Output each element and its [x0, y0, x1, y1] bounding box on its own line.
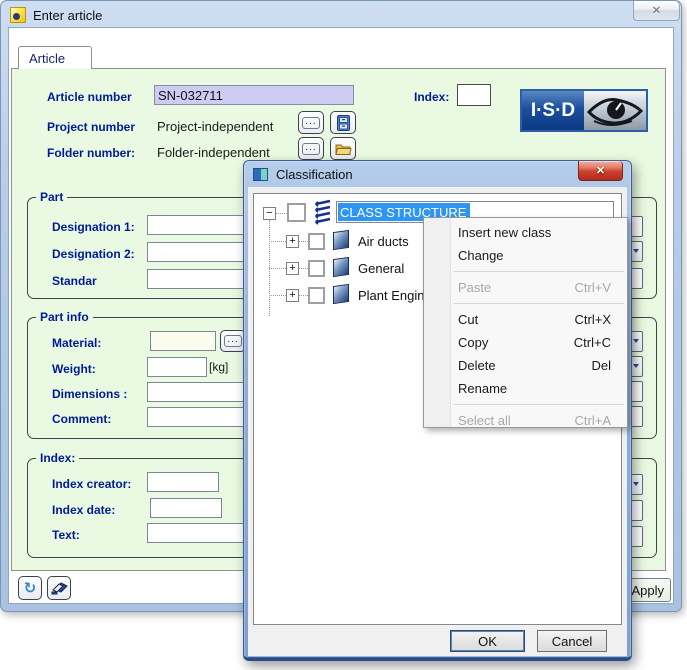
project-number-value: Project-independent	[157, 119, 273, 134]
note-pen-icon	[10, 7, 26, 23]
class-structure-icon	[313, 199, 333, 225]
classification-close-icon[interactable]: ✕	[578, 161, 623, 181]
eraser-icon	[51, 581, 68, 595]
part-info-group-title: Part info	[36, 310, 93, 324]
tree-connector	[269, 295, 286, 296]
tab-article[interactable]: Article	[18, 46, 92, 69]
class-icon	[333, 284, 349, 304]
menu-separator	[454, 271, 624, 272]
menu-separator	[454, 404, 624, 405]
general-checkbox[interactable]	[308, 260, 325, 277]
kg-unit-label: [kg]	[209, 360, 228, 374]
menu-item-insert-new-class[interactable]: Insert new class	[424, 221, 627, 244]
menu-item-rename[interactable]: Rename	[424, 377, 627, 400]
index-date-label: Index date:	[52, 503, 115, 517]
isd-eye-icon	[584, 91, 646, 130]
project-browse-button[interactable]: ...	[298, 111, 324, 134]
designation1-label: Designation 1:	[52, 220, 135, 234]
index-label: Index:	[414, 90, 449, 104]
isd-logo-text: I·S·D	[522, 91, 584, 130]
part-group-title: Part	[36, 190, 67, 204]
index-creator-label: Index creator:	[52, 477, 131, 491]
weight-label: Weight:	[52, 362, 96, 376]
menu-item-copy[interactable]: Copy Ctrl+C	[424, 331, 627, 354]
classification-titlebar: Classification	[253, 167, 353, 182]
expand-toggle-icon[interactable]: +	[286, 235, 299, 248]
tree-connector	[299, 241, 308, 242]
standard-label: Standar	[52, 274, 97, 288]
index-input[interactable]	[457, 84, 491, 106]
menu-separator	[454, 303, 624, 304]
ok-button[interactable]: OK	[450, 630, 525, 652]
expand-toggle-icon[interactable]: +	[286, 262, 299, 275]
refresh-button[interactable]: ↻	[18, 576, 42, 600]
material-input[interactable]	[150, 331, 216, 351]
tree-connector	[276, 213, 287, 214]
isd-logo: I·S·D	[520, 89, 648, 132]
refresh-icon: ↻	[24, 581, 37, 596]
tree-item-general[interactable]: General	[358, 261, 404, 276]
folder-icon[interactable]	[330, 137, 356, 160]
article-number-label: Article number	[47, 90, 132, 104]
folder-browse-button[interactable]: ...	[298, 137, 324, 160]
cancel-button[interactable]: Cancel	[537, 630, 607, 652]
tree-connector	[299, 295, 308, 296]
dimensions-label: Dimensions :	[52, 387, 127, 401]
designation2-label: Designation 2:	[52, 247, 135, 261]
close-icon[interactable]: ✕	[633, 1, 680, 21]
class-icon	[333, 230, 349, 250]
material-label: Material:	[52, 336, 101, 350]
weight-input[interactable]	[147, 357, 207, 377]
menu-item-select-all[interactable]: Select all Ctrl+A	[424, 409, 627, 432]
tree-connector	[299, 268, 308, 269]
index-date-input[interactable]	[150, 498, 222, 518]
folder-number-value: Folder-independent	[157, 145, 270, 160]
enter-article-titlebar: Enter article	[10, 5, 102, 25]
class-icon	[333, 257, 349, 277]
classification-window-icon	[253, 168, 268, 181]
menu-item-change[interactable]: Change	[424, 244, 627, 267]
tree-context-menu: Insert new class Change Paste Ctrl+V Cut…	[423, 217, 628, 428]
comment-label: Comment:	[52, 412, 111, 426]
expand-toggle-icon[interactable]: +	[286, 289, 299, 302]
project-cabinet-icon[interactable]	[330, 111, 356, 134]
project-number-label: Project number	[47, 120, 135, 134]
airducts-checkbox[interactable]	[308, 233, 325, 250]
menu-item-delete[interactable]: Delete Del	[424, 354, 627, 377]
menu-item-paste[interactable]: Paste Ctrl+V	[424, 276, 627, 299]
tree-item-plant-engineering[interactable]: Plant Engin	[358, 288, 425, 303]
index-group-title: Index:	[36, 451, 79, 465]
article-number-input[interactable]	[154, 85, 354, 105]
eraser-button[interactable]	[47, 576, 71, 600]
classification-title: Classification	[276, 167, 353, 182]
tree-connector	[269, 268, 286, 269]
root-checkbox[interactable]	[287, 203, 306, 222]
collapse-toggle-icon[interactable]: −	[263, 207, 276, 220]
text-label: Text:	[52, 528, 80, 542]
menu-item-cut[interactable]: Cut Ctrl+X	[424, 308, 627, 331]
tree-item-air-ducts[interactable]: Air ducts	[358, 234, 409, 249]
plant-checkbox[interactable]	[308, 287, 325, 304]
index-creator-input[interactable]	[147, 472, 219, 492]
tree-connector	[269, 241, 286, 242]
enter-article-title: Enter article	[33, 8, 102, 23]
folder-number-label: Folder number:	[47, 146, 135, 160]
